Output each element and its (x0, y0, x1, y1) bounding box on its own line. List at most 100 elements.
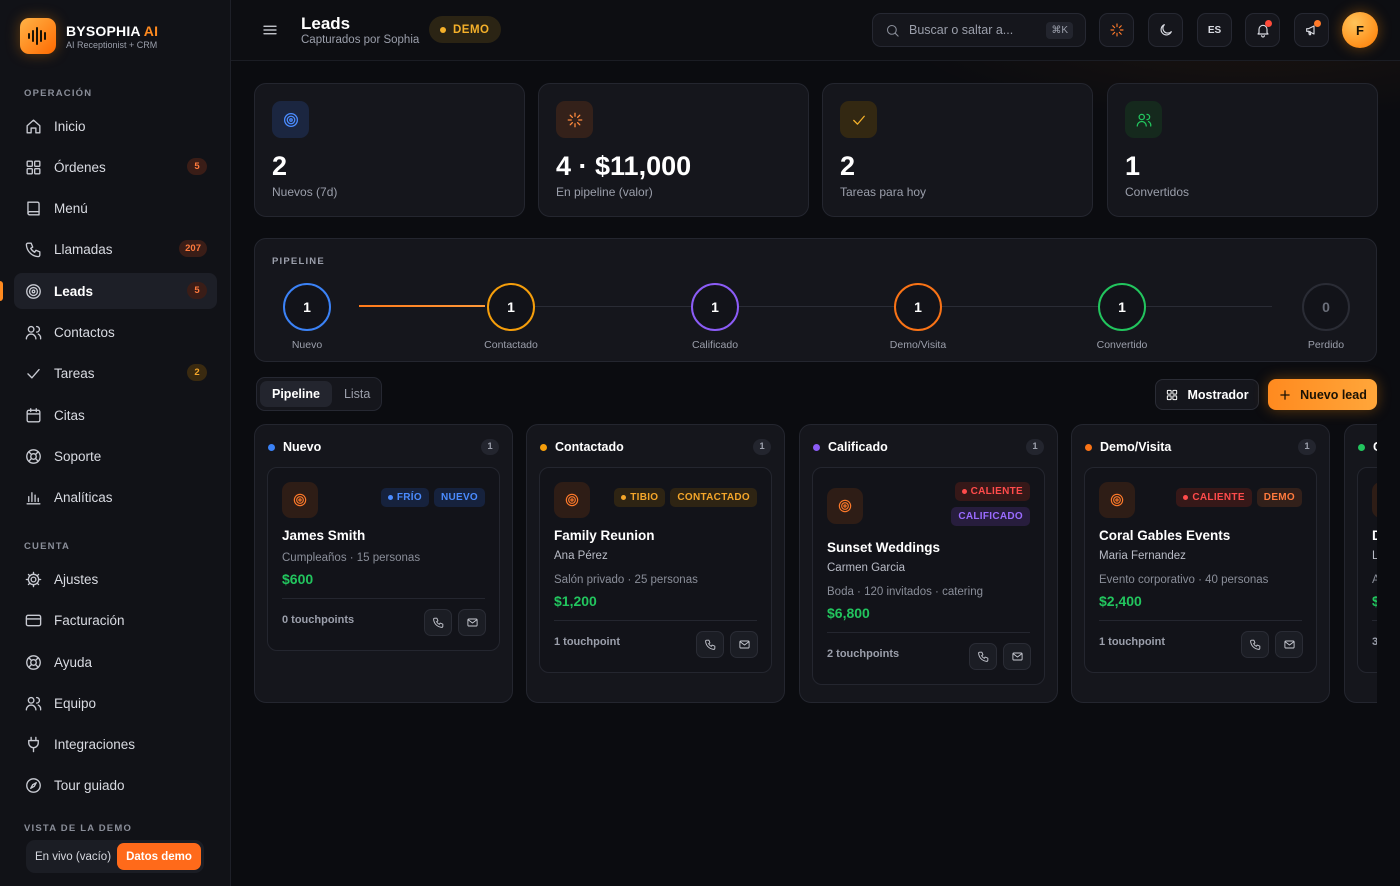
avatar[interactable]: F (1342, 12, 1378, 48)
sidebar-item-label: Facturación (54, 612, 125, 628)
kanban-column: C DLA $3 (1344, 424, 1377, 703)
brand-subtitle: AI Receptionist + CRM (66, 39, 158, 50)
sidebar-item-menu[interactable]: Menú (14, 190, 217, 226)
sidebar-item-soporte[interactable]: Soporte (14, 438, 217, 474)
lead-touchpoints: 2 touchpoints (827, 648, 900, 660)
sidebar-item-inicio[interactable]: Inicio (14, 108, 217, 144)
stat-label: Tareas para hoy (840, 185, 927, 199)
section-label-demo: VISTA DE LA DEMO (24, 823, 133, 834)
phone-icon (977, 651, 988, 662)
pipeline-stage[interactable]: 1 Contactado (461, 283, 561, 351)
pipeline-stage[interactable]: 0 Perdido (1276, 283, 1376, 351)
call-button[interactable] (969, 643, 997, 670)
stat-label: En pipeline (valor) (556, 185, 653, 199)
email-button[interactable] (1275, 631, 1303, 658)
lead-description: Cumpleaños · 15 personas (282, 552, 421, 564)
email-button[interactable] (1003, 643, 1031, 670)
new-lead-button[interactable]: Nuevo lead (1268, 379, 1377, 410)
sidebar-item-ordenes[interactable]: Órdenes 5 (14, 149, 217, 185)
sidebar-item-ajustes[interactable]: Ajustes (14, 561, 217, 597)
sidebar-item-ayuda[interactable]: Ayuda (14, 644, 217, 680)
sidebar-item-label: Ayuda (54, 654, 93, 670)
sidebar-item-tour-guiado[interactable]: Tour guiado (14, 767, 217, 803)
call-button[interactable] (696, 631, 724, 658)
book-icon (27, 200, 40, 216)
spark-icon (567, 112, 582, 127)
sidebar-item-contactos[interactable]: Contactos (14, 314, 217, 350)
language-button[interactable]: ES (1197, 13, 1232, 47)
pipeline-stage[interactable]: 1 Demo/Visita (868, 283, 968, 351)
lead-card[interactable]: D L A $3 (1357, 467, 1377, 673)
sidebar-item-tareas[interactable]: Tareas 2 (14, 355, 217, 391)
plug-icon (28, 736, 39, 752)
pipeline-stage[interactable]: 1 Convertido (1072, 283, 1172, 351)
lead-name: James Smith (282, 528, 366, 543)
sidebar-badge: 5 (187, 282, 207, 299)
lead-amount: $2,400 (1099, 593, 1142, 609)
sidebar-item-analiticas[interactable]: Analíticas (14, 479, 217, 515)
notifications-button[interactable] (1245, 13, 1280, 47)
sidebar-item-citas[interactable]: Citas (14, 397, 217, 433)
email-button[interactable] (458, 609, 486, 636)
column-title: Calificado (828, 440, 888, 454)
sidebar-item-equipo[interactable]: Equipo (14, 685, 217, 721)
brand-name: BYSOPHIA AI (66, 22, 159, 39)
column-title: Contactado (555, 440, 624, 454)
check-icon (852, 115, 865, 125)
stat-card[interactable]: 1 Convertidos (1107, 83, 1378, 217)
stat-card[interactable]: 4 · $11,000 En pipeline (valor) (538, 83, 809, 217)
tab-lista[interactable]: Lista (332, 381, 382, 407)
stage-label: Nuevo (291, 339, 323, 351)
lead-tag: CALIENTE (954, 482, 1030, 501)
announcements-button[interactable] (1294, 13, 1329, 47)
call-button[interactable] (424, 609, 452, 636)
demo-data-option[interactable]: Datos demo (117, 843, 201, 870)
stat-icon-badge (272, 101, 309, 138)
mail-icon (466, 618, 478, 627)
card-divider (1099, 620, 1302, 621)
search-input[interactable]: Buscar o saltar a... ⌘K (872, 13, 1086, 47)
lead-amount: $1,200 (554, 593, 597, 609)
theme-toggle-button[interactable] (1148, 13, 1183, 47)
sidebar-item-leads[interactable]: Leads 5 (0, 273, 217, 309)
tab-pipeline[interactable]: Pipeline (260, 381, 332, 407)
lead-icon-badge (827, 488, 863, 524)
lead-card[interactable]: FRÍO NUEVO James Smith Cumpleaños · 15 pers… (267, 467, 500, 651)
lead-card[interactable]: TIBIO CONTACTADO Family Reunion Ana Pérez Sa… (539, 467, 772, 673)
column-title: Nuevo (283, 440, 322, 454)
live-empty-option[interactable]: En vivo (vacío) (29, 843, 117, 870)
lead-card[interactable]: CALIENTE CALIFICADO Sunset Weddings Carmen … (812, 467, 1045, 685)
lead-tags: CALIENTE CALIFICADO (880, 482, 1030, 526)
help-ring-icon (26, 654, 41, 670)
sidebar-item-facturacion[interactable]: Facturación (14, 602, 217, 638)
stat-label: Nuevos (7d) (272, 185, 338, 199)
stage-count: 1 (487, 283, 535, 331)
sidebar-item-label: Equipo (54, 695, 97, 711)
soundwave-logo-icon (20, 18, 56, 54)
sidebar-item-integraciones[interactable]: Integraciones (14, 726, 217, 762)
pipeline-stage[interactable]: 1 Nuevo (257, 283, 357, 351)
section-label-cuenta: CUENTA (24, 541, 71, 552)
call-button[interactable] (1241, 631, 1269, 658)
column-header: Nuevo (268, 440, 321, 454)
notification-dot (1265, 20, 1272, 27)
sidebar-item-label: Menú (54, 200, 88, 216)
menu-icon[interactable] (261, 21, 279, 39)
lead-card[interactable]: CALIENTE DEMO Coral Gables Events Maria Fer… (1084, 467, 1317, 673)
pipeline-stage[interactable]: 1 Calificado (665, 283, 765, 351)
sidebar-item-llamadas[interactable]: Llamadas 207 (14, 231, 217, 267)
stat-card[interactable]: 2 Nuevos (7d) (254, 83, 525, 217)
lead-tag: DEMO (1256, 488, 1302, 507)
plus-icon (1280, 389, 1290, 400)
lead-tag: FRÍO (380, 488, 429, 507)
stat-card[interactable]: 2 Tareas para hoy (822, 83, 1093, 217)
mostrador-button[interactable]: Mostrador (1155, 379, 1259, 410)
lead-description: Evento corporativo · 40 personas (1099, 574, 1269, 586)
email-button[interactable] (730, 631, 758, 658)
lead-name: Family Reunion (554, 528, 655, 543)
brand[interactable]: BYSOPHIA AI AI Receptionist + CRM (20, 18, 158, 54)
topbar: Leads Capturados por Sophia DEMO Buscar … (231, 0, 1400, 61)
sophia-status-button[interactable] (1099, 13, 1134, 47)
team-icon (25, 696, 42, 711)
grid-icon (1167, 389, 1178, 400)
